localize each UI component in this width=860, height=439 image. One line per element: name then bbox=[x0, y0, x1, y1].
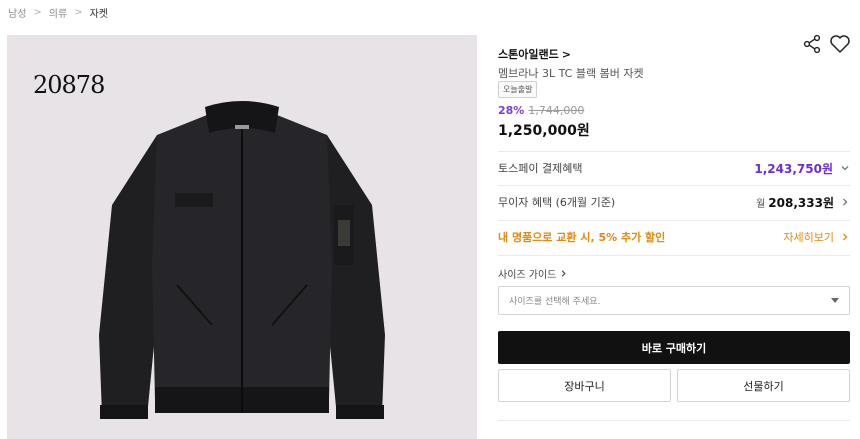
product-image[interactable]: 20878 bbox=[7, 35, 477, 439]
chevron-right-icon: > bbox=[561, 47, 571, 61]
add-to-cart-button[interactable]: 장바구니 bbox=[498, 369, 671, 402]
jacket-illustration bbox=[99, 101, 385, 419]
final-price: 1,250,000원 bbox=[498, 123, 590, 139]
brand-link[interactable]: 스톤아일랜드 > bbox=[498, 46, 571, 62]
product-info-panel: 스톤아일랜드 > 멤브라나 3L TC 블랙 봄버 자켓 오늘출발 28% 1,… bbox=[498, 0, 850, 439]
size-select[interactable]: 사이즈를 선택해 주세요. bbox=[498, 286, 850, 315]
discount-rate: 28% bbox=[498, 104, 525, 117]
toss-pay-label: 토스페이 결제혜택 bbox=[498, 162, 583, 175]
installment-monthly-price: 208,333원 bbox=[768, 195, 834, 210]
size-select-placeholder: 사이즈를 선택해 주세요. bbox=[509, 297, 601, 307]
same-day-shipping-badge: 오늘출발 bbox=[498, 81, 538, 98]
gift-button[interactable]: 선물하기 bbox=[677, 369, 850, 402]
brand-name: 스톤아일랜드 bbox=[498, 48, 559, 61]
toss-pay-benefit-row[interactable]: 토스페이 결제혜택 1,243,750원 bbox=[498, 151, 850, 185]
trade-in-label: 내 명품으로 교환 시, 5% 추가 할인 bbox=[498, 231, 666, 244]
size-guide-link[interactable]: 사이즈 가이드 bbox=[498, 266, 568, 281]
breadcrumb-separator: > bbox=[74, 7, 83, 18]
trade-in-details-link[interactable]: 자세히보기 bbox=[783, 229, 834, 245]
size-guide-label: 사이즈 가이드 bbox=[498, 270, 557, 281]
chevron-right-icon bbox=[843, 198, 848, 206]
original-price: 1,744,000 bbox=[528, 104, 585, 117]
buy-now-button[interactable]: 바로 구매하기 bbox=[498, 331, 850, 364]
toss-pay-price: 1,243,750원 bbox=[754, 161, 833, 176]
installment-label: 무이자 혜택 (6개월 기준) bbox=[498, 196, 616, 209]
trade-in-discount-row[interactable]: 내 명품으로 교환 시, 5% 추가 할인 자세히보기 bbox=[498, 220, 850, 254]
installment-monthly-prefix: 월 bbox=[756, 198, 766, 210]
installment-benefit-row[interactable]: 무이자 혜택 (6개월 기준) 월 208,333원 bbox=[498, 185, 850, 219]
divider bbox=[498, 255, 850, 256]
price-discount-row: 28% 1,744,000 bbox=[498, 104, 584, 117]
chevron-right-icon bbox=[562, 270, 567, 277]
breadcrumb: 남성 > 의류 > 자켓 bbox=[8, 5, 108, 20]
share-icon[interactable] bbox=[802, 34, 822, 54]
divider bbox=[498, 420, 850, 421]
heart-icon[interactable] bbox=[829, 34, 851, 54]
breadcrumb-item-men[interactable]: 남성 bbox=[8, 5, 26, 20]
breadcrumb-item-jacket[interactable]: 자켓 bbox=[90, 5, 108, 20]
chevron-down-icon bbox=[841, 166, 849, 171]
product-name: 멤브라나 3L TC 블랙 봄버 자켓 bbox=[498, 67, 644, 80]
breadcrumb-item-clothing[interactable]: 의류 bbox=[49, 5, 67, 20]
breadcrumb-separator: > bbox=[33, 7, 42, 18]
chevron-right-icon bbox=[843, 233, 848, 241]
caret-down-icon bbox=[831, 298, 839, 303]
